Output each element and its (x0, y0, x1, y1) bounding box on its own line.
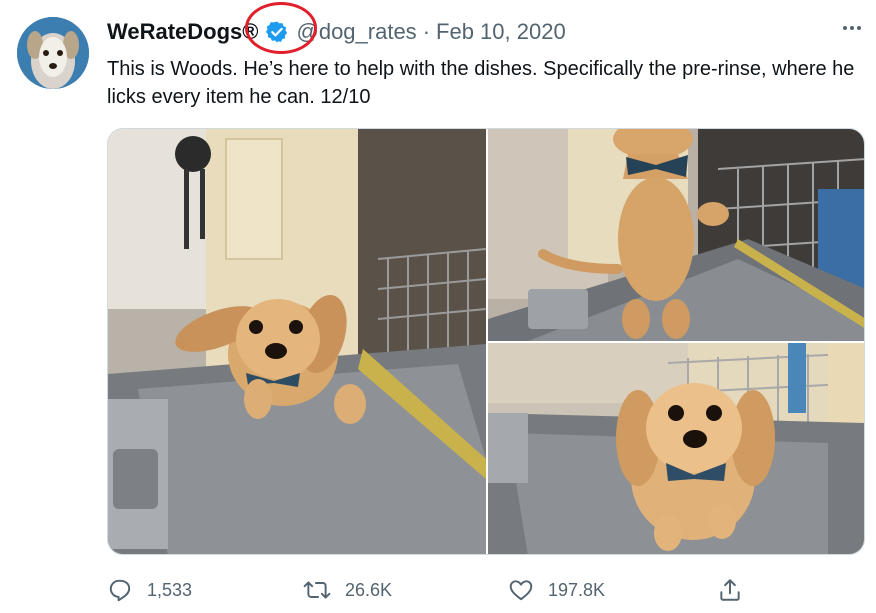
header-separator: · (422, 19, 431, 44)
display-name[interactable]: WeRateDogs® (107, 19, 259, 45)
tweet-date[interactable]: Feb 10, 2020 (436, 19, 566, 45)
verified-badge-icon[interactable] (244, 2, 317, 54)
tweet-photo-2[interactable] (488, 129, 864, 341)
user-handle[interactable]: @dog_rates (297, 19, 417, 45)
tweet-header: WeRateDogs® @dog_rates · Feb 10, 2020 (107, 2, 860, 54)
tweet-text: This is Woods. He’s here to help with th… (107, 58, 855, 108)
like-count: 197.8K (548, 579, 606, 600)
retweet-button[interactable]: 26.6K (303, 577, 392, 603)
reply-button[interactable]: 1,533 (107, 577, 192, 603)
retweet-count: 26.6K (345, 579, 393, 600)
retweet-icon (303, 581, 331, 599)
like-button[interactable]: 197.8K (508, 577, 605, 603)
tweet-actions: 1,533 26.6K 197.8K (107, 568, 757, 612)
avatar[interactable] (17, 17, 89, 89)
more-button[interactable] (840, 16, 864, 45)
share-icon (720, 579, 740, 601)
tweet-photo-1[interactable] (108, 129, 486, 554)
reply-icon (109, 579, 131, 602)
avatar-image (17, 17, 89, 89)
reply-count: 1,533 (147, 579, 193, 600)
more-dots-icon (843, 26, 861, 30)
heart-icon (509, 580, 533, 601)
media-grid (107, 128, 865, 555)
tweet-photo-3[interactable] (488, 343, 864, 554)
share-button[interactable] (717, 577, 743, 603)
